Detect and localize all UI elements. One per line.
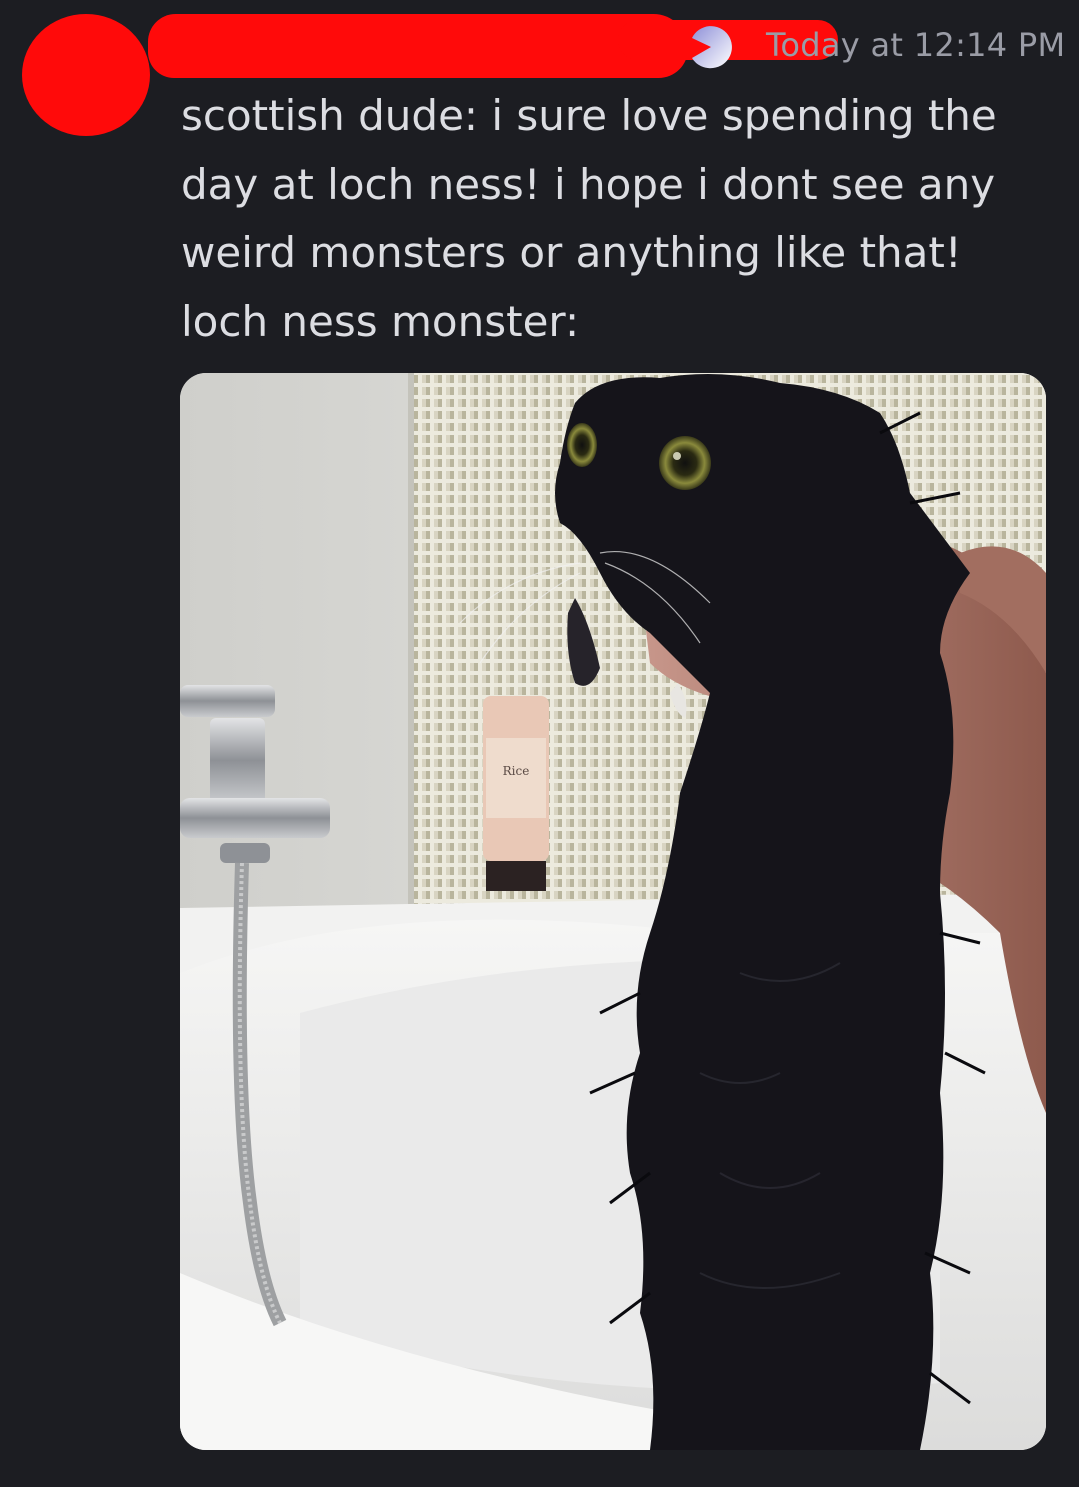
pacman-badge-icon [692, 26, 732, 69]
message-line: day at loch ness! i hope i dont see any [181, 159, 996, 209]
message-timestamp: Today at 12:14 PM [766, 26, 1066, 64]
bottle-label: Rice [503, 764, 530, 778]
message-line: loch ness monster: [181, 296, 580, 346]
username[interactable] [148, 14, 838, 78]
avatar[interactable] [22, 14, 150, 136]
message-line: weird monsters or anything like that! [181, 228, 962, 277]
message-line: scottish dude: i sure love spending the [181, 91, 997, 140]
image-attachment[interactable]: Rice [180, 373, 1046, 1450]
chat-message: Today at 12:14 PM scottish dude: i sure … [0, 0, 1079, 1487]
message-content: scottish dude: i sure love spending the … [181, 82, 1051, 356]
photo-wet-cat-in-bathtub: Rice [180, 373, 1046, 1450]
